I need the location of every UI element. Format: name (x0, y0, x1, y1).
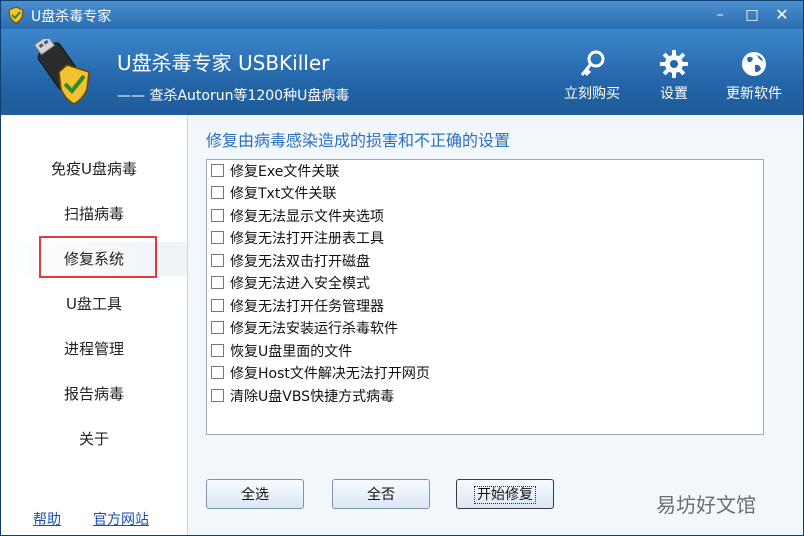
option-repair-antivirus-install[interactable]: 修复无法安装运行杀毒软件 (211, 318, 398, 340)
checkbox[interactable] (211, 164, 224, 177)
option-restore-usb-files[interactable]: 恢复U盘里面的文件 (211, 341, 352, 363)
main-panel: 修复由病毒感染造成的损害和不正确的设置 修复Exe文件关联 修复Txt文件关联 … (188, 115, 803, 535)
minimize-button[interactable]: – (709, 5, 731, 25)
select-none-button[interactable]: 全否 (332, 479, 430, 509)
close-button[interactable]: ✕ (771, 5, 793, 25)
checkbox[interactable] (211, 254, 224, 267)
buy-now-button[interactable]: 立刻购买 (559, 49, 625, 103)
sidebar-item-scan[interactable]: 扫描病毒 (1, 197, 187, 231)
checkbox[interactable] (211, 186, 224, 199)
start-repair-button[interactable]: 开始修复 (456, 479, 554, 509)
option-clear-vbs-virus[interactable]: 清除U盘VBS快捷方式病毒 (211, 386, 394, 408)
sidebar-item-usb-tools[interactable]: U盘工具 (1, 287, 187, 321)
tagline: —— 查杀Autorun等1200种U盘病毒 (117, 88, 350, 104)
app-window: U盘杀毒专家 – □ ✕ U盘杀毒专家 USBKiller —— 查杀Autor… (0, 0, 804, 536)
select-all-button[interactable]: 全选 (206, 479, 304, 509)
checkbox[interactable] (211, 389, 224, 402)
option-repair-folder-options[interactable]: 修复无法显示文件夹选项 (211, 206, 384, 228)
settings-button[interactable]: 设置 (641, 49, 707, 103)
title-bar[interactable]: U盘杀毒专家 – □ ✕ (1, 1, 803, 29)
checkbox[interactable] (211, 366, 224, 379)
header-banner: U盘杀毒专家 USBKiller —— 查杀Autorun等1200种U盘病毒 … (1, 29, 803, 115)
buy-now-label: 立刻购买 (564, 86, 620, 102)
option-repair-safe-mode[interactable]: 修复无法进入安全模式 (211, 273, 370, 295)
checkbox[interactable] (211, 299, 224, 312)
option-repair-task-manager[interactable]: 修复无法打开任务管理器 (211, 296, 384, 318)
update-software-label: 更新软件 (726, 86, 782, 102)
checkbox[interactable] (211, 321, 224, 334)
settings-label: 设置 (660, 86, 688, 102)
globe-icon (742, 52, 766, 76)
maximize-button[interactable]: □ (741, 5, 763, 25)
sidebar-item-about[interactable]: 关于 (1, 422, 187, 456)
help-link[interactable]: 帮助 (33, 509, 61, 529)
checkbox[interactable] (211, 209, 224, 222)
checkbox[interactable] (211, 276, 224, 289)
app-name: U盘杀毒专家 USBKiller (117, 51, 330, 75)
shield-icon (8, 6, 24, 24)
option-repair-regedit[interactable]: 修复无法打开注册表工具 (211, 228, 384, 250)
sidebar-nav: 免疫U盘病毒 扫描病毒 修复系统 U盘工具 进程管理 报告病毒 关于 帮助 官方… (1, 115, 188, 535)
usb-shield-logo-icon (33, 39, 90, 105)
gear-icon (660, 50, 688, 78)
option-repair-txt[interactable]: 修复Txt文件关联 (211, 183, 336, 205)
checkbox[interactable] (211, 231, 224, 244)
repair-options-list: 修复Exe文件关联 修复Txt文件关联 修复无法显示文件夹选项 修复无法打开注册… (206, 159, 764, 435)
page-title: 修复由病毒感染造成的损害和不正确的设置 (206, 131, 511, 150)
key-icon (580, 50, 605, 77)
start-repair-label: 开始修复 (474, 486, 536, 504)
option-repair-exe[interactable]: 修复Exe文件关联 (211, 161, 339, 183)
sidebar-item-immunize[interactable]: 免疫U盘病毒 (1, 152, 187, 186)
window-title: U盘杀毒专家 (31, 9, 112, 25)
update-software-button[interactable]: 更新软件 (721, 49, 787, 103)
highlight-annotation-box (39, 236, 157, 278)
watermark: 易坊好文馆 (656, 493, 756, 517)
option-repair-host-file[interactable]: 修复Host文件解决无法打开网页 (211, 363, 430, 385)
sidebar-item-process-manager[interactable]: 进程管理 (1, 332, 187, 366)
sidebar-item-report-virus[interactable]: 报告病毒 (1, 377, 187, 411)
option-repair-disk-open[interactable]: 修复无法双击打开磁盘 (211, 251, 370, 273)
official-site-link[interactable]: 官方网站 (93, 509, 149, 529)
checkbox[interactable] (211, 344, 224, 357)
